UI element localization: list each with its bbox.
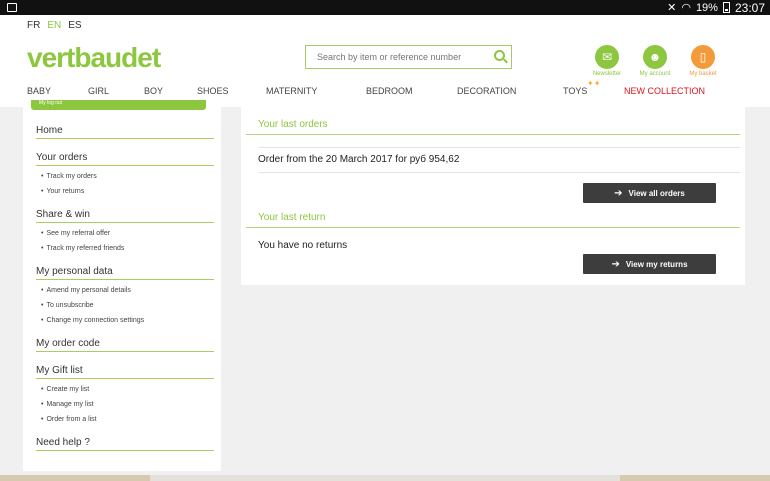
nav-shoes[interactable]: SHOES <box>197 86 229 96</box>
stars-icon: ✦✦ <box>587 79 601 88</box>
search-box <box>305 45 512 69</box>
sidebar-personal-data[interactable]: My personal data <box>36 266 214 280</box>
nav-baby[interactable]: BABY <box>27 86 51 96</box>
battery-percent: 19% <box>695 1 718 14</box>
sidebar-need-help[interactable]: Need help ? <box>36 437 214 451</box>
newsletter-link[interactable]: ✉ Newsletter <box>583 45 631 77</box>
sidebar-item-manage-list[interactable]: Manage my list <box>41 400 214 415</box>
sidebar-item-referral-offer[interactable]: See my referral offer <box>41 229 214 244</box>
nav-girl[interactable]: GIRL <box>88 86 109 96</box>
last-orders-title: Your last orders <box>258 119 328 130</box>
nav-decoration[interactable]: DECORATION <box>457 86 516 96</box>
view-all-orders-label: View all orders <box>628 188 685 198</box>
battery-icon <box>722 2 730 13</box>
arrow-right-icon: ➔ <box>614 187 623 199</box>
sidebar-gift-list[interactable]: My Gift list <box>36 365 214 379</box>
nav-maternity[interactable]: MATERNITY <box>266 86 317 96</box>
search-icon[interactable] <box>494 50 505 61</box>
sidebar-item-your-returns[interactable]: Your returns <box>41 187 214 202</box>
divider <box>258 147 740 148</box>
view-my-returns-button[interactable]: ➔ View my returns <box>583 254 716 274</box>
user-icon: ☻ <box>643 45 667 69</box>
arrow-right-icon: ➔ <box>611 258 620 270</box>
view-all-orders-button[interactable]: ➔ View all orders <box>583 183 716 203</box>
lang-fr[interactable]: FR <box>27 20 40 31</box>
notification-icon <box>7 3 17 12</box>
last-return-title: Your last return <box>258 212 326 223</box>
sidebar-item-referred-friends[interactable]: Track my referred friends <box>41 244 214 259</box>
search-input[interactable] <box>306 46 486 68</box>
language-switcher: FR EN ES <box>27 20 82 31</box>
status-bar: ✕ ◠ 19% 23:07 <box>0 0 770 15</box>
sidebar-item-connection-settings[interactable]: Change my connection settings <box>41 316 214 331</box>
no-returns-text: You have no returns <box>258 240 348 251</box>
divider <box>246 227 740 228</box>
sidebar-item-track-orders[interactable]: Track my orders <box>41 172 214 187</box>
nav-bedroom[interactable]: BEDROOM <box>366 86 413 96</box>
sidebar-share-win[interactable]: Share & win <box>36 209 214 223</box>
sidebar-item-order-from-list[interactable]: Order from a list <box>41 415 214 430</box>
footer-image-left <box>0 475 150 481</box>
sidebar-item-unsubscribe[interactable]: To unsubscribe <box>41 301 214 316</box>
lang-es[interactable]: ES <box>68 20 81 31</box>
mute-icon: ✕ <box>667 2 677 14</box>
account-overview: Your last orders Order from the 20 March… <box>241 107 745 285</box>
clock: 23:07 <box>734 0 765 15</box>
sidebar-home[interactable]: Home <box>36 125 214 139</box>
my-account-label: My account <box>639 71 671 77</box>
account-links: ✉ Newsletter ☻ My account ▯ My basket <box>583 45 727 77</box>
view-my-returns-label: View my returns <box>625 259 688 269</box>
wifi-icon: ◠ <box>681 2 691 14</box>
sidebar-item-amend-details[interactable]: Amend my personal details <box>41 286 214 301</box>
divider <box>258 172 740 173</box>
footer-image-right <box>620 475 770 481</box>
account-sidebar: My log out Home Your orders Track my ord… <box>23 100 221 471</box>
basket-icon: ▯ <box>691 45 715 69</box>
newsletter-label: Newsletter <box>592 71 622 77</box>
my-basket-link[interactable]: ▯ My basket <box>679 45 727 77</box>
my-account-link[interactable]: ☻ My account <box>631 45 679 77</box>
sidebar-order-code[interactable]: My order code <box>36 338 214 352</box>
logo[interactable]: vertbaudet <box>27 42 161 74</box>
nav-boy[interactable]: BOY <box>144 86 163 96</box>
my-basket-label: My basket <box>689 71 717 77</box>
sidebar-your-orders[interactable]: Your orders <box>36 152 214 166</box>
logout-tab[interactable]: My log out <box>31 100 206 110</box>
sidebar-item-create-list[interactable]: Create my list <box>41 385 214 400</box>
order-line[interactable]: Order from the 20 March 2017 for руб 954… <box>258 154 459 165</box>
envelope-icon: ✉ <box>595 45 619 69</box>
nav-toys[interactable]: TOYS <box>563 86 587 96</box>
site-header: FR EN ES vertbaudet ✉ Newsletter ☻ My ac… <box>0 15 770 107</box>
divider <box>246 134 740 135</box>
nav-new-collection[interactable]: NEW COLLECTION <box>624 86 705 96</box>
lang-en[interactable]: EN <box>47 20 61 31</box>
